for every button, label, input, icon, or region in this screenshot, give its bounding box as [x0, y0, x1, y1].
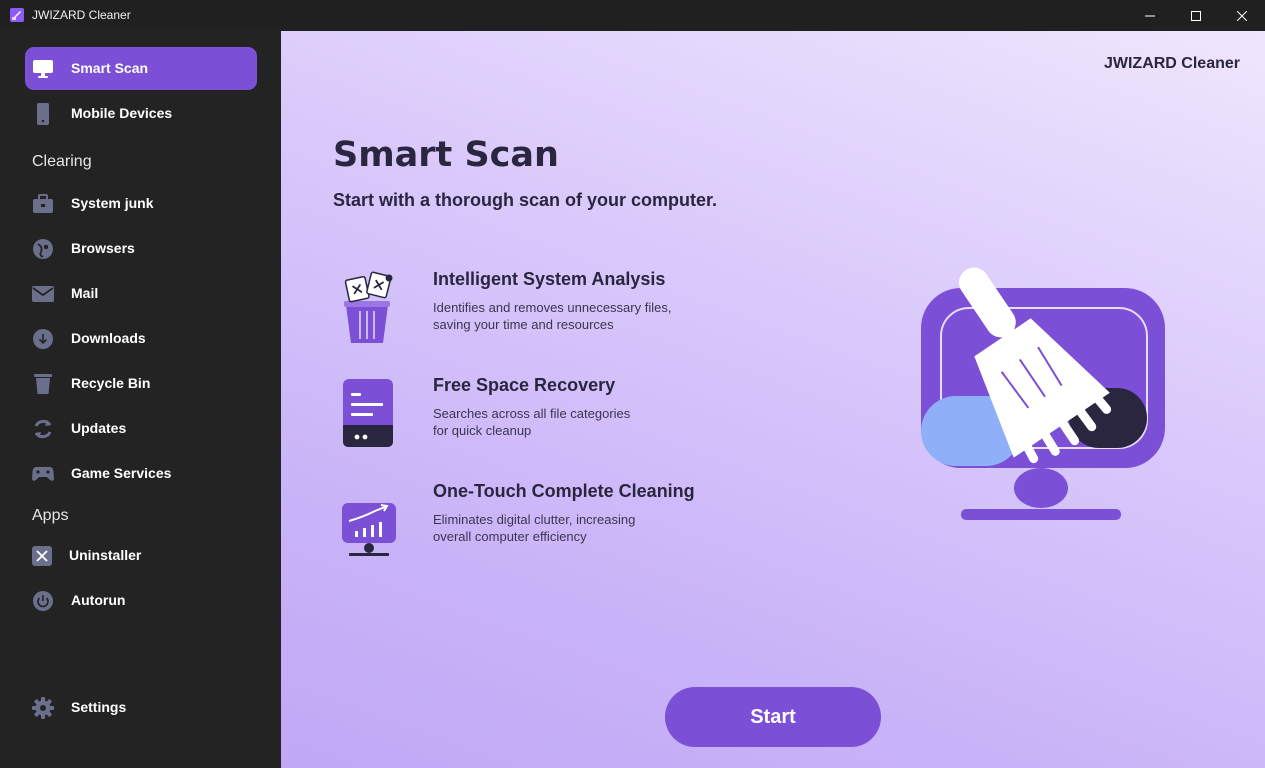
sidebar-item-browsers[interactable]: Browsers [25, 227, 257, 270]
sidebar-item-mobile-devices[interactable]: Mobile Devices [25, 92, 257, 135]
globe-icon [32, 238, 54, 260]
gear-icon [32, 697, 54, 719]
sidebar-item-settings[interactable]: Settings [25, 686, 257, 729]
sidebar-item-label: Browsers [71, 240, 135, 256]
phone-icon [32, 103, 54, 125]
main-panel: JWIZARD Cleaner Smart Scan Start with a … [281, 31, 1265, 768]
sidebar-item-recycle-bin[interactable]: Recycle Bin [25, 362, 257, 405]
title-bar: JWIZARD Cleaner [0, 0, 1265, 31]
page-title: Smart Scan [333, 135, 559, 175]
gamepad-icon [32, 463, 54, 485]
feature-title: Free Space Recovery [433, 375, 616, 395]
refresh-icon [32, 418, 54, 440]
sidebar-item-downloads[interactable]: Downloads [25, 317, 257, 360]
feature-description: Identifies and removes unnecessary files… [433, 300, 672, 332]
close-button[interactable] [1219, 0, 1265, 31]
sidebar-item-label: Autorun [71, 592, 126, 608]
sidebar-item-label: Uninstaller [69, 547, 142, 563]
feature-intelligent-analysis: Intelligent System Analysis Identifies a… [333, 269, 773, 359]
feature-title: Intelligent System Analysis [433, 269, 666, 289]
sidebar-item-label: Settings [71, 699, 127, 715]
briefcase-icon [32, 193, 54, 215]
window-title: JWIZARD Cleaner [32, 8, 131, 22]
sidebar-item-updates[interactable]: Updates [25, 407, 257, 450]
close-icon [1237, 10, 1247, 21]
mail-icon [32, 283, 54, 305]
download-icon [32, 328, 54, 350]
maximize-icon [1191, 10, 1201, 21]
page-subtitle: Start with a thorough scan of your compu… [333, 190, 718, 210]
trash-files-icon [344, 271, 393, 343]
feature-description: Searches across all file categories for … [433, 406, 631, 438]
sidebar-item-label: Updates [71, 420, 127, 436]
feature-free-space-recovery: Free Space Recovery Searches across all … [333, 375, 773, 465]
sidebar-item-mail[interactable]: Mail [25, 272, 257, 315]
section-label-clearing: Clearing [32, 153, 92, 170]
sidebar-item-label: Game Services [71, 465, 172, 481]
sidebar-item-label: Recycle Bin [71, 375, 151, 391]
feature-one-touch-cleaning: One-Touch Complete Cleaning Eliminates d… [333, 481, 773, 571]
section-label-apps: Apps [32, 507, 69, 524]
sidebar-item-autorun[interactable]: Autorun [25, 579, 257, 622]
sidebar-item-label: Smart Scan [71, 60, 149, 76]
app-logo-icon [10, 8, 24, 22]
maximize-button[interactable] [1173, 0, 1219, 31]
drive-icon [343, 379, 393, 447]
monitor-icon [32, 58, 54, 80]
sidebar-item-game-services[interactable]: Game Services [25, 452, 257, 495]
sidebar: Smart Scan Mobile Devices Clearing Syste… [0, 31, 281, 768]
sidebar-item-label: Downloads [71, 330, 146, 346]
close-box-icon [31, 545, 53, 567]
sidebar-item-uninstaller[interactable]: Uninstaller [25, 534, 257, 577]
sidebar-item-system-junk[interactable]: System junk [25, 182, 257, 225]
feature-description: Eliminates digital clutter, increasing o… [433, 512, 636, 544]
start-button[interactable]: Start [665, 687, 881, 747]
chart-monitor-icon [342, 503, 396, 556]
sidebar-item-label: Mobile Devices [71, 105, 173, 121]
minimize-icon [1145, 15, 1155, 16]
brand-label: JWIZARD Cleaner [1103, 55, 1240, 72]
feature-title: One-Touch Complete Cleaning [433, 481, 695, 501]
power-icon [32, 590, 54, 612]
sidebar-item-label: System junk [71, 195, 154, 211]
minimize-button[interactable] [1127, 0, 1173, 31]
monitor-broom-illustration [921, 267, 1165, 520]
trash-icon [32, 373, 54, 395]
sidebar-item-smart-scan[interactable]: Smart Scan [25, 47, 257, 90]
sidebar-item-label: Mail [71, 285, 99, 301]
